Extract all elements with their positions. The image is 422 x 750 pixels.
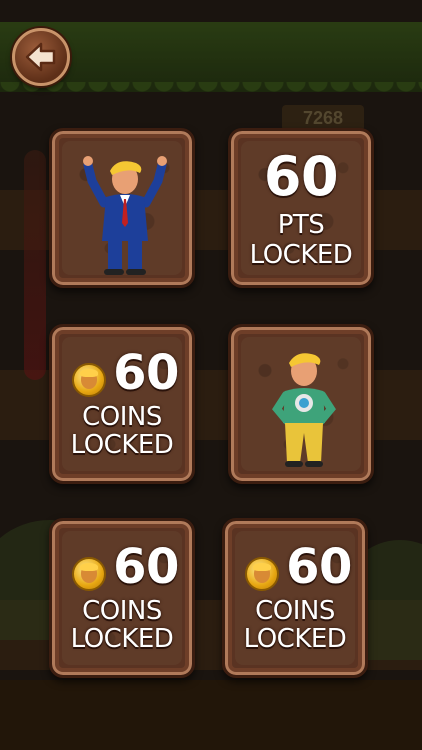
lock-status: LOCKED <box>243 624 347 654</box>
price-amount: 60 <box>113 539 179 595</box>
price-unit: COINS <box>255 596 335 626</box>
suit-character-icon <box>83 156 167 275</box>
locked-card-coins-3[interactable]: 60 COINS LOCKED <box>222 518 368 678</box>
locked-card-points[interactable]: 60 PTS LOCKED <box>228 128 374 288</box>
casual-character-icon <box>272 353 336 467</box>
card-panel <box>62 141 182 275</box>
card-panel <box>241 337 361 471</box>
character-card-2[interactable] <box>228 324 374 484</box>
card-panel: 60 COINS LOCKED <box>62 531 182 665</box>
back-button[interactable] <box>12 28 70 86</box>
price-unit: COINS <box>82 596 162 626</box>
lock-status: LOCKED <box>70 624 174 654</box>
price-amount: 60 <box>263 145 339 208</box>
lock-status: LOCKED <box>70 430 174 460</box>
lock-status: LOCKED <box>249 240 353 270</box>
locked-card-coins-1[interactable]: 60 COINS LOCKED <box>49 324 195 484</box>
health-bar <box>24 150 46 380</box>
price-unit: COINS <box>82 402 162 432</box>
coin-icon <box>245 557 279 591</box>
price-amount: 60 <box>113 345 179 401</box>
card-panel: 60 COINS LOCKED <box>62 337 182 471</box>
back-arrow-icon <box>25 42 56 72</box>
price-amount: 60 <box>286 539 352 595</box>
character-card-1[interactable] <box>49 128 195 288</box>
card-panel: 60 PTS LOCKED <box>241 141 361 275</box>
card-panel: 60 COINS LOCKED <box>235 531 355 665</box>
ground <box>0 680 422 750</box>
coin-icon <box>72 557 106 591</box>
locked-card-coins-2[interactable]: 60 COINS LOCKED <box>49 518 195 678</box>
price-unit: PTS <box>277 210 325 240</box>
coin-icon <box>72 363 106 397</box>
